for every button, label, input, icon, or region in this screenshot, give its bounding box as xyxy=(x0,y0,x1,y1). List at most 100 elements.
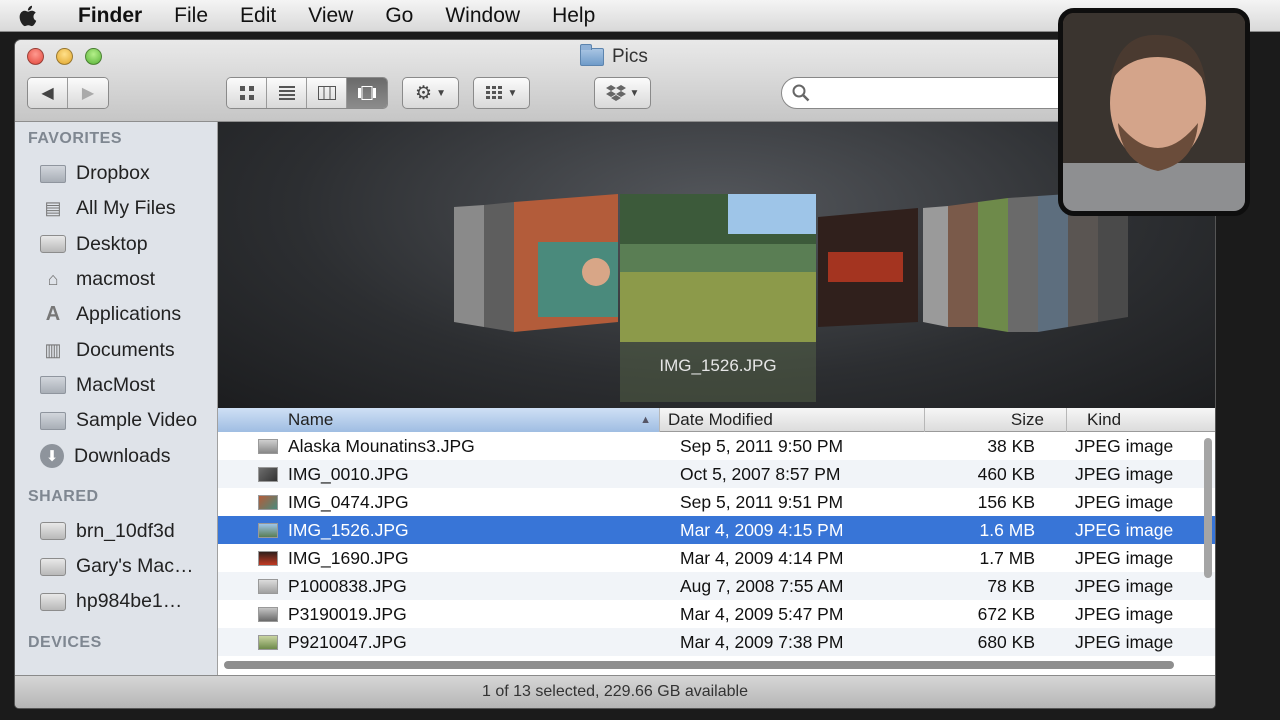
arrange-menu-button[interactable]: ▼ xyxy=(473,77,530,109)
file-date: Mar 4, 2009 5:47 PM xyxy=(680,603,844,624)
network-computer-icon xyxy=(40,522,66,541)
sidebar-item-label: Gary's Mac… xyxy=(76,555,194,578)
forward-button[interactable]: ▶ xyxy=(68,78,108,108)
network-computer-icon xyxy=(40,557,66,576)
file-kind: JPEG image xyxy=(1075,463,1174,484)
image-file-icon xyxy=(218,634,288,650)
file-name: IMG_0010.JPG xyxy=(288,463,409,484)
vertical-scrollbar[interactable] xyxy=(1204,438,1212,578)
file-size: 1.6 MB xyxy=(979,519,1035,540)
file-name: P1000838.JPG xyxy=(288,575,407,596)
applications-icon: A xyxy=(45,303,61,326)
table-row[interactable]: IMG_0474.JPG Sep 5, 2011 9:51 PM 156 KB … xyxy=(218,488,1215,516)
arrange-icon xyxy=(485,86,502,99)
menu-file[interactable]: File xyxy=(158,0,224,32)
sidebar-item-label: Applications xyxy=(76,303,182,326)
sidebar-item-downloads[interactable]: ⬇ Downloads xyxy=(15,438,217,473)
list-view-button[interactable] xyxy=(267,78,307,108)
image-file-icon xyxy=(218,438,288,454)
all-files-icon: ▤ xyxy=(44,198,62,219)
column-header-date[interactable]: Date Modified xyxy=(660,408,925,432)
menu-edit[interactable]: Edit xyxy=(224,0,292,32)
sidebar-item-documents[interactable]: ▥ Documents xyxy=(15,332,217,367)
zoom-button[interactable] xyxy=(85,48,102,65)
column-header-label: Date Modified xyxy=(668,410,773,429)
menu-window[interactable]: Window xyxy=(429,0,536,32)
sidebar-item-label: All My Files xyxy=(76,197,176,220)
sidebar-item-garys-mac[interactable]: Gary's Mac… xyxy=(15,549,217,584)
forward-arrow-icon: ▶ xyxy=(81,85,95,102)
cover-thumbnail[interactable] xyxy=(923,206,948,327)
file-name: IMG_1690.JPG xyxy=(288,547,409,568)
presenter-photo xyxy=(1063,13,1245,211)
menu-go[interactable]: Go xyxy=(369,0,429,32)
sidebar-item-desktop[interactable]: Desktop xyxy=(15,227,217,262)
file-date: Mar 4, 2009 4:15 PM xyxy=(680,519,844,540)
image-file-icon xyxy=(218,606,288,622)
search-icon xyxy=(792,84,810,102)
sidebar-item-label: Downloads xyxy=(74,444,171,467)
table-row[interactable]: P1000838.JPG Aug 7, 2008 7:55 AM 78 KB J… xyxy=(218,572,1215,600)
minimize-button[interactable] xyxy=(56,48,73,65)
menu-help[interactable]: Help xyxy=(536,0,611,32)
folder-icon xyxy=(40,411,66,430)
back-button[interactable]: ◀ xyxy=(28,78,68,108)
dropbox-menu-button[interactable]: ▼ xyxy=(594,77,651,109)
list-header: Name ▲ Date Modified Size Kind xyxy=(218,408,1215,432)
cover-thumbnail[interactable] xyxy=(454,205,484,327)
cover-thumbnail[interactable] xyxy=(1008,196,1038,332)
sidebar-item-macmost-home[interactable]: ⌂ macmost xyxy=(15,262,217,297)
cover-thumbnail[interactable] xyxy=(1038,194,1068,332)
horizontal-scrollbar[interactable] xyxy=(224,661,1174,669)
file-date: Sep 5, 2011 9:50 PM xyxy=(680,435,844,456)
sidebar-item-hp[interactable]: hp984be1… xyxy=(15,584,217,619)
column-header-name[interactable]: Name ▲ xyxy=(218,408,660,432)
sidebar-item-sample-video[interactable]: Sample Video xyxy=(15,403,217,438)
sort-ascending-icon: ▲ xyxy=(640,414,651,426)
sidebar-item-dropbox[interactable]: Dropbox xyxy=(15,156,217,191)
cover-thumbnail[interactable] xyxy=(948,202,978,327)
sidebar-item-all-my-files[interactable]: ▤ All My Files xyxy=(15,191,217,226)
file-kind: JPEG image xyxy=(1075,435,1174,456)
folder-icon xyxy=(40,376,66,395)
cover-thumbnail[interactable] xyxy=(484,202,514,332)
column-view-button[interactable] xyxy=(307,78,347,108)
status-bar: 1 of 13 selected, 229.66 GB available xyxy=(15,675,1215,708)
cover-flow-caption: IMG_1526.JPG xyxy=(659,356,777,375)
folder-icon xyxy=(40,164,66,183)
file-name: Alaska Mounatins3.JPG xyxy=(288,435,475,456)
table-row[interactable]: P3190019.JPG Mar 4, 2009 5:47 PM 672 KB … xyxy=(218,600,1215,628)
column-header-size[interactable]: Size xyxy=(925,408,1067,432)
search-input[interactable] xyxy=(818,84,1038,102)
close-button[interactable] xyxy=(27,48,44,65)
sidebar-item-brn[interactable]: brn_10df3d xyxy=(15,514,217,549)
cover-thumbnail[interactable] xyxy=(978,198,1008,332)
sidebar-item-macmost-folder[interactable]: MacMost xyxy=(15,368,217,403)
status-text: 1 of 13 selected, 229.66 GB available xyxy=(482,683,748,700)
sidebar-header-shared: SHARED xyxy=(28,487,99,505)
menu-view[interactable]: View xyxy=(292,0,369,32)
icon-view-button[interactable] xyxy=(227,78,267,108)
file-date: Mar 4, 2009 7:38 PM xyxy=(680,631,844,652)
menu-finder[interactable]: Finder xyxy=(58,0,158,32)
table-row[interactable]: Alaska Mounatins3.JPG Sep 5, 2011 9:50 P… xyxy=(218,432,1215,460)
action-menu-button[interactable]: ⚙ ▼ xyxy=(402,77,459,109)
sidebar-item-label: hp984be1… xyxy=(76,590,183,613)
cover-flow-view-button[interactable] xyxy=(347,78,387,108)
table-row-selected[interactable]: IMG_1526.JPG Mar 4, 2009 4:15 PM 1.6 MB … xyxy=(218,516,1215,544)
back-arrow-icon: ◀ xyxy=(41,85,54,102)
table-row[interactable]: IMG_0010.JPG Oct 5, 2007 8:57 PM 460 KB … xyxy=(218,460,1215,488)
table-row[interactable]: IMG_1690.JPG Mar 4, 2009 4:14 PM 1.7 MB … xyxy=(218,544,1215,572)
file-kind: JPEG image xyxy=(1075,603,1174,624)
network-computer-icon xyxy=(40,592,66,611)
image-file-icon xyxy=(218,550,288,566)
file-size: 156 KB xyxy=(977,491,1035,512)
column-header-kind[interactable]: Kind xyxy=(1067,408,1215,432)
chevron-down-icon: ▼ xyxy=(436,87,446,99)
apple-icon[interactable] xyxy=(0,4,58,28)
table-row[interactable]: P9210047.JPG Mar 4, 2009 7:38 PM 680 KB … xyxy=(218,628,1215,656)
search-field[interactable] xyxy=(781,77,1081,109)
sidebar-item-applications[interactable]: A Applications xyxy=(15,297,217,332)
window-title-text: Pics xyxy=(612,46,648,67)
file-name: P3190019.JPG xyxy=(288,603,407,624)
